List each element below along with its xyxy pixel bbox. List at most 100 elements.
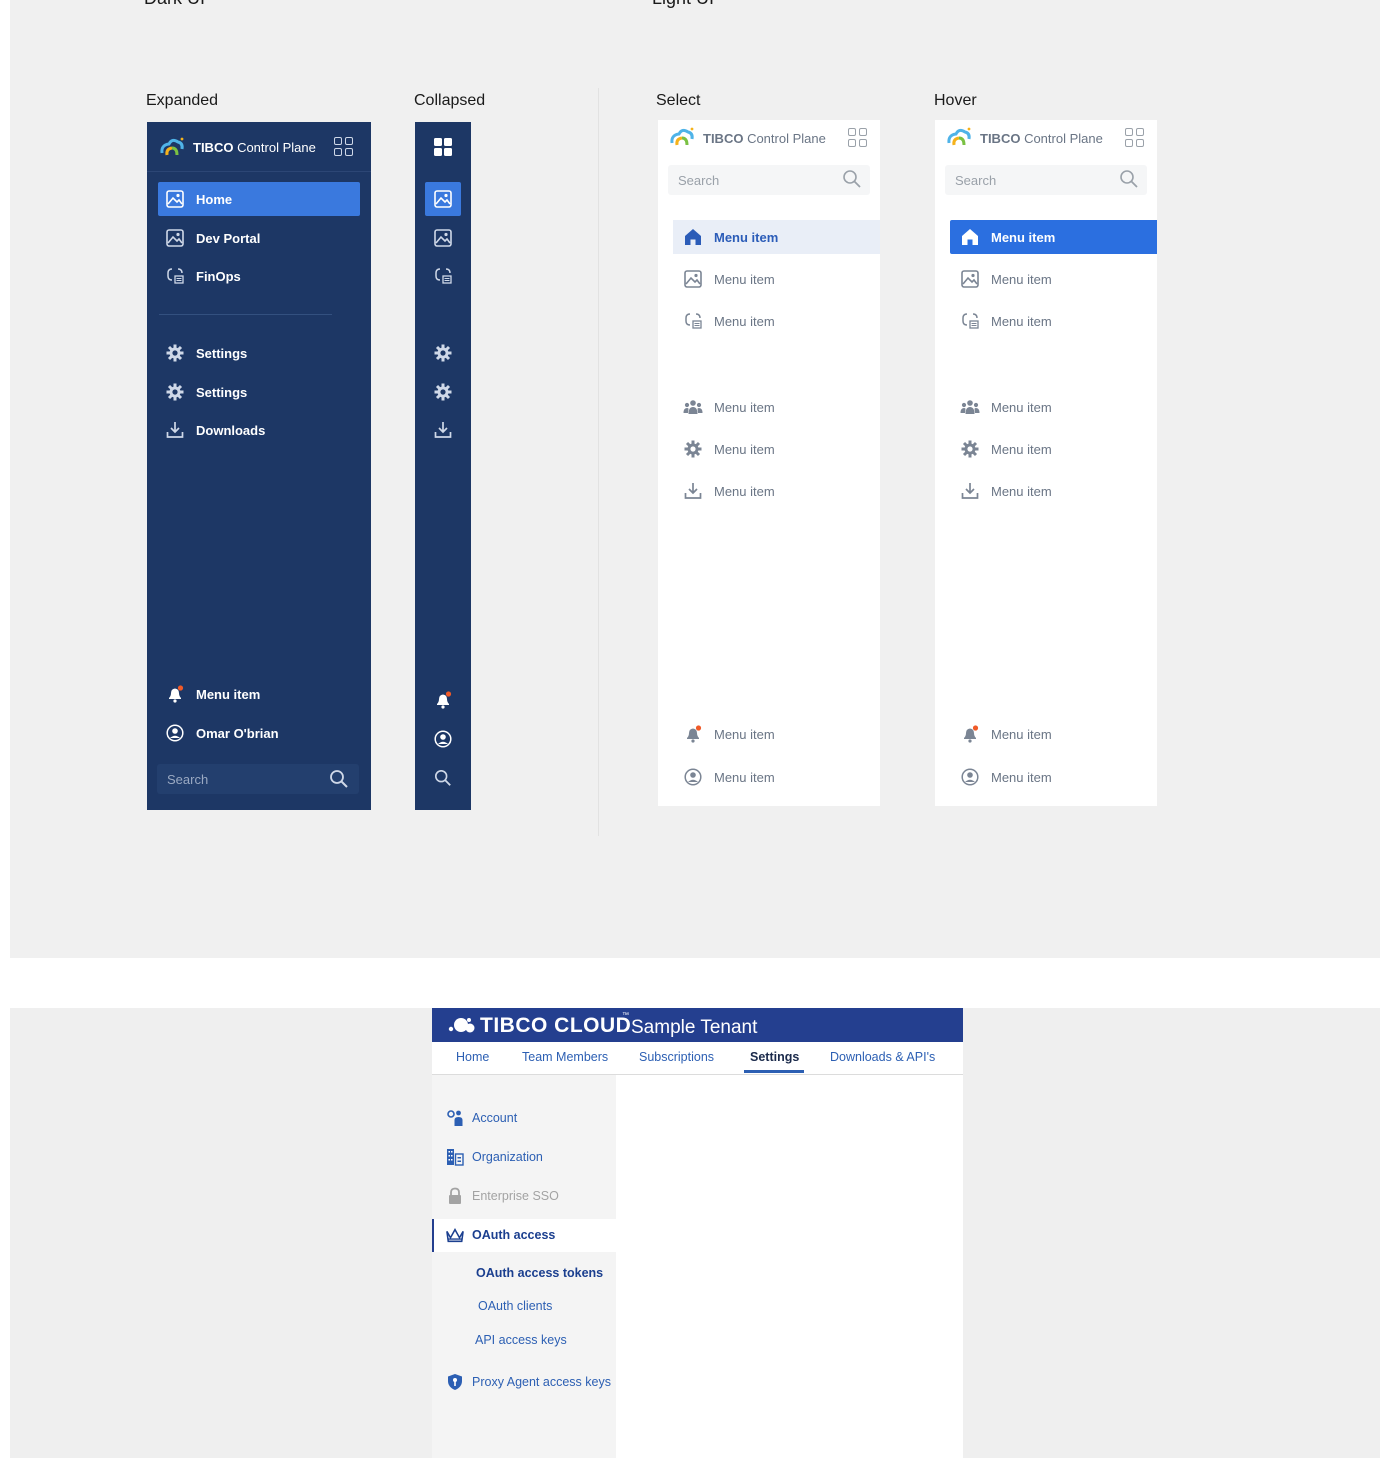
menu-item-hovered[interactable]: Menu item (950, 220, 1157, 254)
nav-item-downloads[interactable]: Downloads (158, 413, 360, 447)
trademark: ™ (622, 1012, 629, 1019)
apps-grid-button[interactable] (425, 130, 461, 164)
menu-item[interactable]: Menu item (673, 717, 880, 751)
nav-label: Menu item (196, 686, 261, 702)
sidebar-item-oauth-access[interactable]: OAuth access (446, 1226, 555, 1244)
team-icon (683, 397, 703, 417)
apps-grid-icon[interactable] (1125, 128, 1145, 148)
menu-item-label: Menu item (991, 483, 1052, 499)
menu-item-label: Menu item (714, 441, 775, 457)
sidebar-item-label: Account (472, 1111, 518, 1125)
label-select: Select (656, 92, 701, 109)
menu-item[interactable]: Menu item (950, 390, 1157, 424)
menu-item[interactable]: Menu item (673, 262, 880, 296)
sidebar-item-organization[interactable]: Organization (446, 1148, 543, 1166)
account-icon (446, 1109, 464, 1127)
brand-name: TIBCO CLOUD (480, 1014, 632, 1037)
search-placeholder: Search (678, 173, 720, 188)
sub-item-api-access-keys[interactable]: API access keys (475, 1333, 567, 1347)
search-input[interactable]: Search (668, 165, 870, 195)
section-title-light: Light UI (652, 0, 714, 9)
nav-label: Home (196, 191, 233, 207)
menu-item-label: Menu item (991, 441, 1052, 457)
tenant-name: Sample Tenant (631, 1017, 758, 1038)
menu-item-label: Menu item (714, 313, 775, 329)
tab-subscriptions[interactable]: Subscriptions (639, 1050, 714, 1064)
nav-item-settings-2[interactable]: Settings (158, 375, 360, 409)
sub-item-oauth-access-tokens[interactable]: OAuth access tokens (476, 1266, 603, 1280)
menu-item[interactable]: Menu item (950, 474, 1157, 508)
nav-item-settings[interactable]: Settings (158, 336, 360, 370)
menu-item[interactable]: Menu item (950, 760, 1157, 794)
menu-item[interactable]: Menu item (673, 432, 880, 466)
nav-item-home[interactable]: Home (158, 182, 360, 216)
nav-item-home-collapsed[interactable] (425, 182, 461, 216)
nav-label: Settings (196, 345, 248, 361)
sidebar-item-label: Proxy Agent access keys (472, 1375, 611, 1389)
menu-item[interactable]: Menu item (950, 432, 1157, 466)
menu-item-label: Menu item (991, 399, 1052, 415)
sidebar-item-label: Organization (472, 1150, 543, 1164)
menu-item[interactable]: Menu item (673, 390, 880, 424)
nav-item-dev-portal-collapsed[interactable] (425, 221, 461, 255)
apps-grid-icon[interactable] (334, 137, 354, 157)
search-button-collapsed[interactable] (425, 761, 461, 795)
menu-item[interactable]: Menu item (950, 262, 1157, 296)
sub-item-oauth-clients[interactable]: OAuth clients (478, 1299, 552, 1313)
nav-label: Downloads (196, 422, 266, 438)
search-icon (1120, 170, 1138, 188)
menu-item[interactable]: Menu item (950, 304, 1157, 338)
apps-grid-icon (434, 138, 452, 156)
menu-item[interactable]: Menu item (673, 304, 880, 338)
finops-icon (960, 311, 980, 331)
sidebar-item-proxy-agent-keys[interactable]: Proxy Agent access keys (446, 1373, 611, 1391)
search-icon (843, 170, 861, 188)
light-sidebar-hover: TIBCO Control Plane Search Menu item Men… (935, 120, 1157, 806)
apps-grid-icon[interactable] (848, 128, 868, 148)
menu-item[interactable]: Menu item (673, 474, 880, 508)
sidebar-item-account[interactable]: Account (446, 1109, 517, 1127)
tab-settings[interactable]: Settings (750, 1050, 799, 1064)
design-canvas-bottom: TIBCO CLOUD ™ Sample Tenant Home Team Me… (10, 1008, 1380, 1458)
menu-item-label: Menu item (991, 726, 1052, 742)
sidebar-item-label: Enterprise SSO (472, 1189, 559, 1203)
cloud-logo-icon (448, 1018, 475, 1033)
image-icon (166, 229, 184, 247)
nav-item-downloads-collapsed[interactable] (425, 413, 461, 447)
menu-item[interactable]: Menu item (950, 717, 1157, 751)
nav-label: FinOps (196, 268, 241, 284)
home-icon (960, 227, 980, 247)
search-input[interactable]: Search (945, 165, 1147, 195)
nav-item-finops-collapsed[interactable] (425, 259, 461, 293)
menu-item-label: Menu item (991, 313, 1052, 329)
nav-item-dev-portal[interactable]: Dev Portal (158, 221, 360, 255)
team-icon (960, 397, 980, 417)
nav-item-settings-collapsed[interactable] (425, 336, 461, 370)
nav-label: Omar O'brian (196, 725, 279, 741)
search-input[interactable]: Search (157, 764, 359, 794)
shield-icon (446, 1373, 464, 1391)
image-icon (434, 229, 452, 247)
menu-item-selected[interactable]: Menu item (673, 220, 880, 254)
nav-item-settings-2-collapsed[interactable] (425, 375, 461, 409)
nav-item-notifications-collapsed[interactable] (425, 683, 461, 717)
nav-item-finops[interactable]: FinOps (158, 259, 360, 293)
download-icon (434, 422, 452, 438)
tab-home[interactable]: Home (456, 1050, 489, 1064)
gear-icon (166, 344, 184, 362)
nav-item-profile-collapsed[interactable] (425, 722, 461, 756)
nav-item-notifications[interactable]: Menu item (158, 677, 360, 711)
image-icon (683, 269, 703, 289)
sidebar-item-enterprise-sso[interactable]: Enterprise SSO (446, 1187, 559, 1205)
finops-icon (166, 267, 184, 285)
search-icon (434, 769, 451, 786)
brand-bar: TIBCO Control Plane (147, 122, 371, 172)
tab-team-members[interactable]: Team Members (522, 1050, 608, 1064)
label-expanded: Expanded (146, 92, 219, 109)
tab-downloads[interactable]: Downloads & API's (830, 1050, 935, 1064)
design-canvas-top: Dark UI Light UI Expanded Collapsed Sele… (10, 0, 1380, 958)
menu-item[interactable]: Menu item (673, 760, 880, 794)
nav-item-profile[interactable]: Omar O'brian (158, 716, 360, 750)
image-icon (434, 190, 452, 208)
menu-item-label: Menu item (714, 399, 775, 415)
